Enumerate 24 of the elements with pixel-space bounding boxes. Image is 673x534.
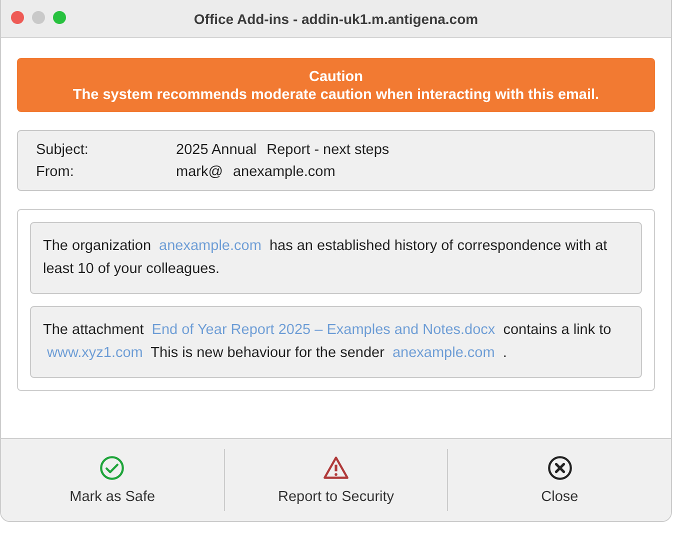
link[interactable]: anexample.com — [159, 238, 262, 254]
warning-icon — [323, 455, 349, 481]
report-button[interactable]: Report to Security — [224, 445, 448, 515]
close-window-button[interactable] — [11, 11, 24, 24]
field-value: Report - next steps — [266, 142, 390, 158]
minimize-window-button[interactable] — [32, 11, 45, 24]
link[interactable]: www.xyz1.com — [47, 345, 143, 361]
check-circle-icon — [99, 455, 126, 481]
caution-title: Caution — [308, 68, 364, 86]
field-value: 2025 Annual — [176, 142, 257, 158]
window-title: Office Add-ins - addin-uk1.m.antigena.com — [194, 10, 478, 26]
caution-message: The system recommends moderate caution when interacting with this email. — [72, 86, 600, 104]
field-label: Subject: — [36, 142, 90, 158]
safe-button[interactable]: Mark as Safe — [1, 445, 224, 515]
notice-text: The attachment End of Year Report 2025 – Examples and Notes.docx contains a link to www.xyz1.com This is new behaviour for the sender anexample.com . — [43, 321, 612, 363]
link[interactable]: End of Year Report 2025 – Examples and Notes.docx — [152, 322, 496, 338]
notice-text: The organization anexample.com has an established history of correspondence with at least 10 of your colleagues. — [43, 237, 608, 279]
field-value: mark@ — [176, 164, 223, 180]
close-icon — [546, 455, 573, 481]
field-value: anexample.com — [232, 164, 336, 180]
zoom-window-button[interactable] — [53, 11, 66, 24]
field-label: From: — [36, 164, 75, 180]
link[interactable]: anexample.com — [392, 345, 495, 361]
close-button[interactable]: Close — [448, 445, 671, 515]
